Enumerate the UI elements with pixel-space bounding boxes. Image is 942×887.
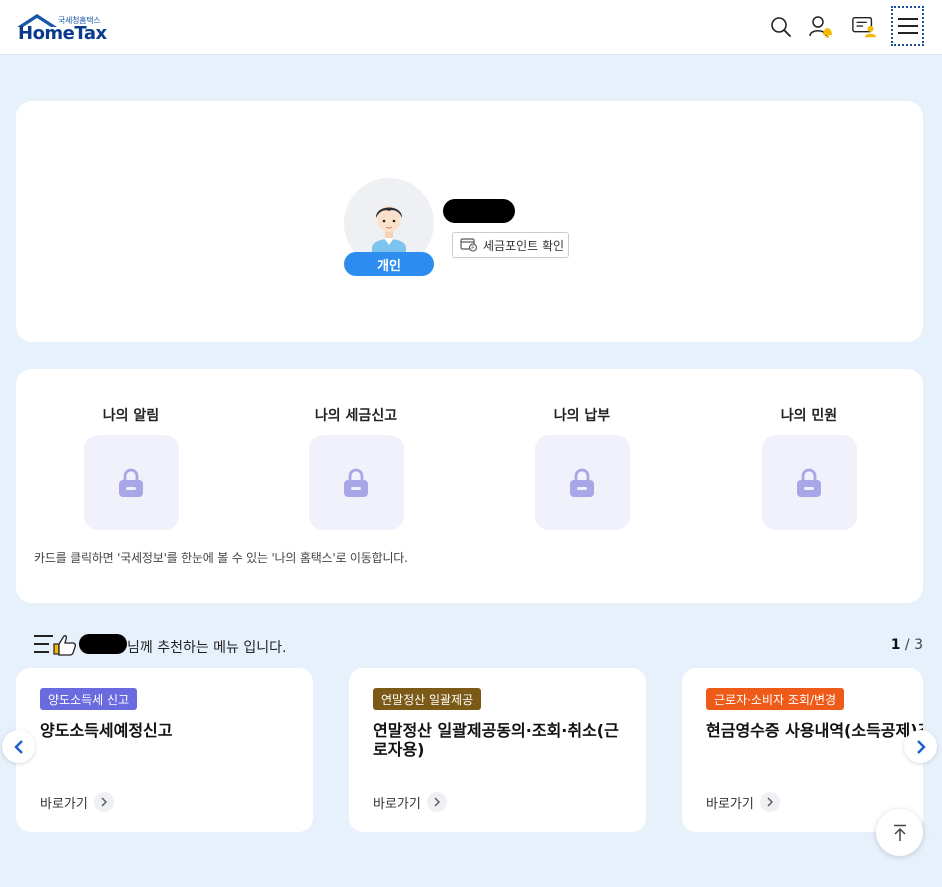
hometax-logo[interactable]: 국세청홈택스 HomeTax xyxy=(15,13,115,44)
my-item-alarm[interactable]: 나의 알림 xyxy=(71,405,191,530)
carousel-prev-button[interactable] xyxy=(2,730,35,763)
lock-icon xyxy=(119,468,143,497)
go-link[interactable]: 바로가기 xyxy=(706,792,780,812)
carousel-next-button[interactable] xyxy=(904,730,937,763)
profile-card: 개인 P 세금포인트 확인 xyxy=(16,101,923,342)
lock-icon xyxy=(797,468,821,497)
go-link-label: 바로가기 xyxy=(40,796,88,812)
my-item-civil-petition[interactable]: 나의 민원 xyxy=(749,405,869,530)
chevron-left-icon xyxy=(13,739,23,754)
lock-icon xyxy=(344,468,368,497)
recommend-tag: 양도소득세 신고 xyxy=(40,688,138,710)
recommend-tag: 연말정산 일괄제공 xyxy=(373,688,482,710)
my-item-title: 나의 알림 xyxy=(102,408,160,424)
arrow-up-icon xyxy=(893,824,906,841)
my-item-tile[interactable] xyxy=(308,435,404,530)
go-link-label: 바로가기 xyxy=(373,796,421,812)
my-item-tile[interactable] xyxy=(534,435,630,530)
go-link-label: 바로가기 xyxy=(706,796,754,812)
my-item-tile[interactable] xyxy=(761,435,857,530)
user-type-badge: 개인 xyxy=(344,252,434,276)
recommend-tag: 근로자·소비자 조회/변경 xyxy=(706,688,845,710)
tax-point-label: 세금포인트 확인 xyxy=(483,238,565,253)
recommend-card-title: 현금영수증 사용내역(소득공제)조 xyxy=(706,721,923,740)
my-item-title: 나의 납부 xyxy=(553,408,611,424)
logo-title: HomeTax xyxy=(18,23,107,44)
go-link[interactable]: 바로가기 xyxy=(373,792,447,812)
chevron-right-icon xyxy=(93,792,114,812)
pager-current: 1 xyxy=(890,637,901,653)
my-hometax-card: 나의 알림 나의 세금신고 나의 납부 나의 민원 카드를 클릭하면 '국세정보… xyxy=(16,369,923,603)
chevron-right-icon xyxy=(916,739,926,754)
recommend-title: 님께 추천하는 메뉴 입니다. xyxy=(127,640,287,656)
recommend-header: 님께 추천하는 메뉴 입니다. 1 / 3 xyxy=(33,633,923,659)
thumbs-up-list-icon xyxy=(34,635,77,656)
recommend-card-title: 양도소득세예정신고 xyxy=(40,721,173,740)
chevron-right-icon xyxy=(759,792,780,812)
point-card-icon: P xyxy=(460,238,478,252)
go-link[interactable]: 바로가기 xyxy=(40,792,114,812)
svg-text:P: P xyxy=(471,245,474,251)
my-item-tax-report[interactable]: 나의 세금신고 xyxy=(296,405,416,530)
my-hometax-note: 카드를 클릭하면 '국세정보'를 한눈에 볼 수 있는 '나의 홈택스'로 이동… xyxy=(34,551,408,565)
user-name xyxy=(79,634,127,654)
hamburger-menu-icon[interactable] xyxy=(891,6,924,46)
lock-icon xyxy=(570,468,594,497)
chevron-right-icon xyxy=(426,792,447,812)
recommend-card-title: 연말정산 일괄제공동의·조회·취소(근로자용) xyxy=(373,721,619,759)
consult-icon[interactable] xyxy=(851,14,877,40)
my-item-title: 나의 세금신고 xyxy=(314,408,398,424)
user-name xyxy=(443,199,515,223)
recommend-pager: 1 / 3 xyxy=(891,637,923,653)
tax-point-button[interactable]: P 세금포인트 확인 xyxy=(452,232,569,258)
pager-separator: / xyxy=(900,637,915,653)
top-header: 국세청홈택스 HomeTax xyxy=(0,0,942,55)
my-item-tile[interactable] xyxy=(83,435,179,530)
recommend-card[interactable]: 연말정산 일괄제공 연말정산 일괄제공동의·조회·취소(근로자용) 바로가기 xyxy=(349,668,646,832)
scroll-top-button[interactable] xyxy=(876,809,923,856)
my-item-title: 나의 민원 xyxy=(780,408,838,424)
pager-total: 3 xyxy=(914,637,923,653)
my-item-payment[interactable]: 나의 납부 xyxy=(522,405,642,530)
user-alert-icon[interactable] xyxy=(808,14,834,40)
recommend-card[interactable]: 근로자·소비자 조회/변경 현금영수증 사용내역(소득공제)조 바로가기 xyxy=(682,668,923,832)
recommend-card[interactable]: 양도소득세 신고 양도소득세예정신고 바로가기 xyxy=(16,668,313,832)
search-icon[interactable] xyxy=(768,14,794,40)
